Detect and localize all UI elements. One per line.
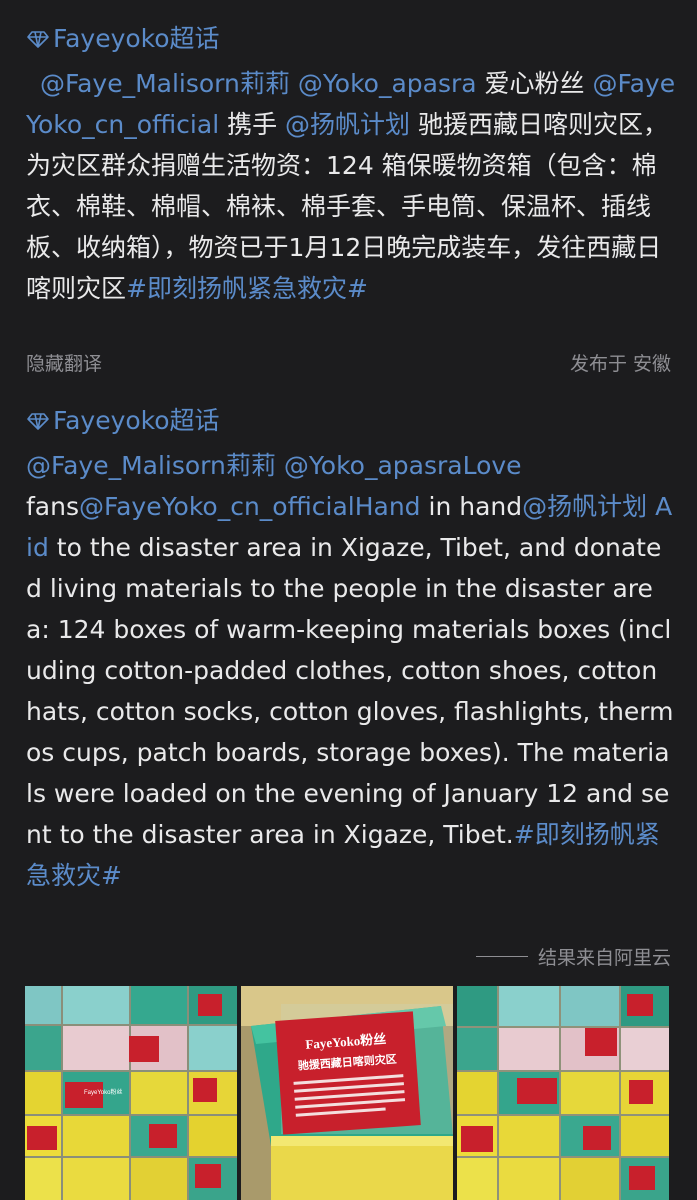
post-text: in hand [420,491,523,521]
mention-yoko[interactable]: @Yoko_apasraLove [284,451,522,480]
supertopic-link[interactable]: Fayeyoko超话 [26,18,220,59]
mention-yoko[interactable]: @Yoko_apasra [298,69,477,98]
post-text: to the disaster area in Xigaze, Tibet, a… [26,532,674,849]
post-meta: 隐藏翻译 发布于 安徽 [26,349,671,376]
hashtag-link[interactable]: #即刻扬帆紧急救灾# [126,274,368,303]
mention-faye[interactable]: @Faye_Malisorn莉莉 [40,69,290,98]
supertopic-link[interactable]: Fayeyoko超话 [26,400,220,441]
mention-faye[interactable]: @Faye_Malisorn莉莉 [26,451,276,480]
mention-yangfan[interactable]: @扬帆计划 [285,110,410,139]
supertopic-label: Fayeyoko超话 [53,406,220,435]
post-text: 爱心粉丝 [476,68,593,98]
diamond-icon [27,412,49,430]
box-label-text: FayeYoko粉丝 [84,1088,122,1096]
translation-attribution: 结果来自阿里云 [475,943,671,970]
diamond-icon [27,30,49,48]
hide-translation-button[interactable]: 隐藏翻译 [26,349,102,376]
photo-thumbnail-1[interactable]: FayeYoko粉丝 [25,986,237,1200]
original-text-block: Fayeyoko超话 @Faye_Malisorn莉莉 @Yoko_apasra… [26,18,676,309]
post-location: 发布于 安徽 [569,353,671,375]
photo-thumbnail-2[interactable]: FayeYoko粉丝 驰援西藏日喀则灾区 [241,986,453,1200]
weibo-post: Fayeyoko超话 @Faye_Malisorn莉莉 @Yoko_apasra… [0,0,697,1200]
translated-text-block: Fayeyoko超话 @Faye_Malisorn莉莉 @Yoko_apasra… [26,400,676,896]
photo-grid: FayeYoko粉丝 FayeYoko粉丝 驰援西藏日喀则灾区 [25,986,669,1200]
divider [475,956,528,957]
photo-thumbnail-3[interactable] [457,986,669,1200]
post-text: fans [26,491,79,521]
mention-fayeyoko-official[interactable]: @FayeYoko_cn_officialHand [79,492,421,521]
supertopic-label: Fayeyoko超话 [53,24,220,53]
post-text: 携手 [219,109,286,139]
attribution-text: 结果来自阿里云 [537,947,671,969]
